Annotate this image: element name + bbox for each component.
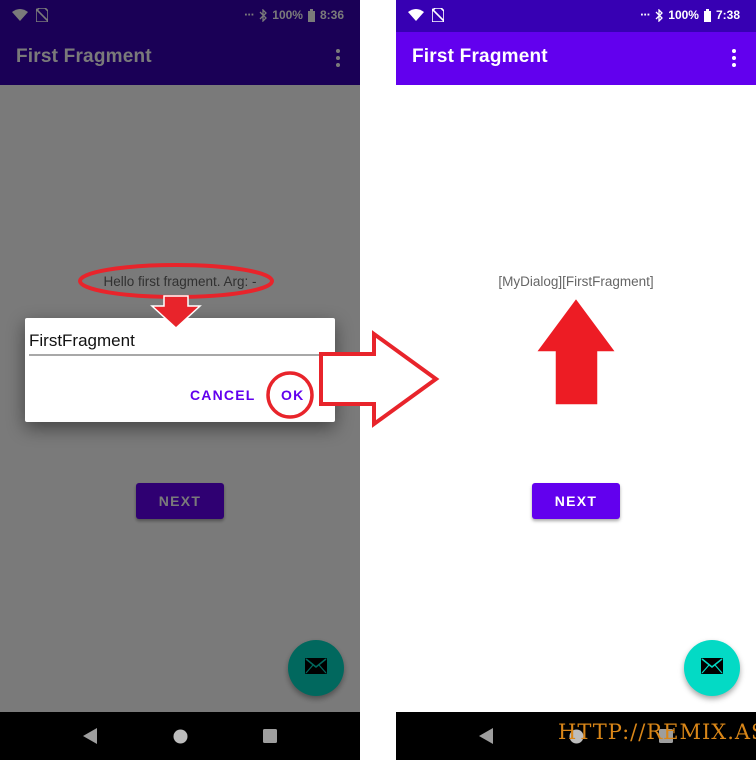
next-button[interactable]: NEXT (136, 483, 224, 519)
overflow-menu-icon[interactable] (332, 47, 344, 69)
phone-screen-right: ⋯ 100% 7:38 First Fragment [MyDialog][Fi… (396, 0, 756, 760)
wifi-icon (12, 9, 28, 21)
ok-button[interactable]: OK (281, 385, 304, 405)
fab-mail-button[interactable] (684, 640, 740, 696)
fab-mail-button[interactable] (288, 640, 344, 696)
fragment-content: [MyDialog][FirstFragment] NEXT (396, 85, 756, 712)
mail-icon (305, 657, 327, 679)
overflow-dots-icon: ⋯ (640, 9, 651, 21)
next-button[interactable]: NEXT (532, 483, 620, 519)
watermark-text: HTTP://REMIX.ASIA (558, 720, 756, 744)
status-bar: ⋯ 100% 7:38 (396, 0, 756, 32)
battery-percent: 100% (272, 8, 303, 22)
battery-icon (703, 8, 711, 22)
overflow-menu-icon[interactable] (728, 47, 740, 69)
clock: 7:38 (715, 8, 740, 22)
recents-icon[interactable] (260, 726, 280, 746)
fragment-message: [MyDialog][FirstFragment] (498, 274, 654, 289)
overflow-dots-icon: ⋯ (244, 9, 255, 21)
app-title: First Fragment (16, 46, 152, 67)
app-title: First Fragment (412, 46, 548, 67)
home-icon[interactable] (170, 726, 190, 746)
battery-percent: 100% (668, 8, 699, 22)
mail-icon (701, 657, 723, 679)
app-toolbar: First Fragment (0, 32, 360, 85)
app-toolbar: First Fragment (396, 32, 756, 85)
back-icon[interactable] (80, 726, 100, 746)
bluetooth-icon (259, 8, 268, 22)
clock: 8:36 (319, 8, 344, 22)
nav-bar (0, 712, 360, 760)
status-bar: ⋯ 100% 8:36 (0, 0, 360, 32)
dialog-text-input[interactable]: FirstFragment (29, 330, 331, 356)
no-sim-icon (36, 8, 48, 22)
fragment-message: Hello first fragment. Arg: - (103, 274, 257, 289)
back-icon[interactable] (476, 726, 496, 746)
battery-icon (307, 8, 315, 22)
wifi-icon (408, 9, 424, 21)
phone-screen-left: ⋯ 100% 8:36 First Fragment Hello first f… (0, 0, 360, 760)
cancel-button[interactable]: CANCEL (190, 385, 256, 405)
bluetooth-icon (655, 8, 664, 22)
no-sim-icon (432, 8, 444, 22)
input-dialog: FirstFragment CANCEL OK (25, 318, 335, 422)
